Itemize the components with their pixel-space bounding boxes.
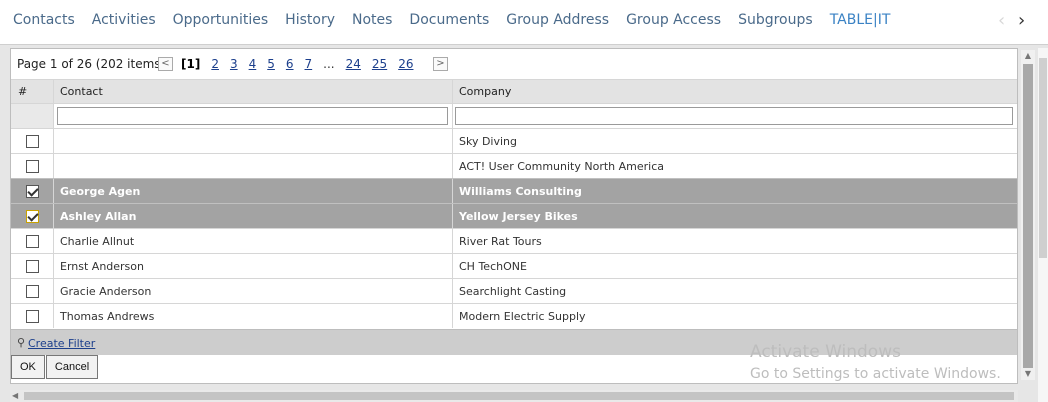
horizontal-scrollbar[interactable]: ◀ [10,390,1018,402]
activation-watermark: Activate Windows Go to Settings to activ… [750,342,1001,382]
contact-cell [54,129,453,153]
tab-bar: Contacts Activities Opportunities Histor… [0,0,1048,44]
tab-opportunities[interactable]: Opportunities [173,12,269,28]
filter-cell-contact [54,104,453,128]
table-row[interactable]: Ernst Anderson CH TechONE [11,253,1017,278]
page-link[interactable]: 6 [286,57,294,71]
grid-filter-row [11,103,1017,128]
pager: Page 1 of 26 (202 items) < [1] 2 3 4 5 6… [11,49,1017,79]
row-checkbox[interactable] [25,259,39,273]
filter-cell-number [11,104,54,128]
page-link[interactable]: 25 [372,57,387,71]
table-row[interactable]: Gracie Anderson Searchlight Casting [11,278,1017,303]
watermark-subtitle: Go to Settings to activate Windows. [750,366,1001,382]
tab-group-address[interactable]: Group Address [506,12,609,28]
cancel-button[interactable]: Cancel [45,355,99,379]
grid-vertical-scrollbar[interactable]: ▲ ▼ [1021,50,1035,380]
contact-grid: # Contact Company Sky Diving ACT! User C… [11,79,1017,328]
dialog-buttons: OK Cancel [11,355,99,379]
scroll-down-icon[interactable]: ▼ [1021,368,1035,380]
company-cell: River Rat Tours [459,234,542,248]
ok-button[interactable]: OK [11,355,45,379]
tab-list: Contacts Activities Opportunities Histor… [13,12,907,28]
company-cell: Searchlight Casting [459,284,567,298]
row-checkbox[interactable] [25,234,39,248]
scroll-up-icon[interactable]: ▲ [1021,50,1035,62]
contact-grid-panel: Page 1 of 26 (202 items) < [1] 2 3 4 5 6… [10,48,1018,384]
table-row[interactable]: Charlie Allnut River Rat Tours [11,228,1017,253]
contact-cell: Thomas Andrews [54,304,453,328]
row-checkbox[interactable] [25,159,39,173]
page-link[interactable]: 3 [230,57,238,71]
company-cell: Williams Consulting [459,184,582,198]
tab-notes[interactable]: Notes [352,12,392,28]
page-link[interactable]: 7 [305,57,313,71]
page-ellipsis[interactable]: ... [323,57,334,71]
pager-next-button[interactable]: > [433,57,448,71]
scrollbar-thumb[interactable] [1023,64,1033,368]
tab-activities[interactable]: Activities [92,12,156,28]
contact-cell: George Agen [54,179,453,203]
filter-cell-company [453,104,1017,128]
table-row-selected[interactable]: George Agen Williams Consulting [11,178,1017,203]
watermark-title: Activate Windows [750,342,901,362]
tab-contacts[interactable]: Contacts [13,12,75,28]
tab-subgroups[interactable]: Subgroups [738,12,813,28]
company-filter-input[interactable] [455,107,1013,125]
tab-history[interactable]: History [285,12,335,28]
table-row[interactable]: Thomas Andrews Modern Electric Supply [11,303,1017,328]
column-header-company[interactable]: Company [453,80,1017,103]
pager-pages: [1] 2 3 4 5 6 7 ... 24 25 26 [181,57,424,71]
contact-filter-input[interactable] [57,107,448,125]
company-cell: CH TechONE [459,259,527,273]
contact-cell [54,154,453,178]
grid-header-row: # Contact Company [11,79,1017,103]
column-header-number[interactable]: # [11,80,54,103]
tab-group-access[interactable]: Group Access [626,12,721,28]
page-link[interactable]: 5 [267,57,275,71]
filter-icon: ⚲ [17,336,26,349]
contact-cell: Charlie Allnut [54,229,453,253]
scrollbar-thumb[interactable] [1039,58,1047,258]
tab-table-it[interactable]: TABLE|IT [830,12,891,28]
column-header-contact[interactable]: Contact [54,80,453,103]
create-filter-link[interactable]: Create Filter [28,337,95,350]
page-vertical-scrollbar[interactable] [1038,48,1048,402]
company-cell: Sky Diving [459,134,518,148]
contact-cell: Gracie Anderson [54,279,453,303]
row-checkbox[interactable] [25,309,39,323]
chevron-left-icon[interactable]: ‹ [998,12,1005,30]
company-cell: Yellow Jersey Bikes [459,209,578,223]
contact-cell: Ashley Allan [54,204,453,228]
page-link[interactable]: 26 [398,57,413,71]
chevron-right-icon[interactable]: › [1018,12,1025,30]
page-link[interactable]: 2 [211,57,219,71]
scroll-left-icon[interactable]: ◀ [12,390,18,402]
contact-cell: Ernst Anderson [54,254,453,278]
row-checkbox[interactable] [25,284,39,298]
row-checkbox-checked[interactable] [25,209,39,223]
page-link: [1] [181,57,201,71]
pager-prev-button[interactable]: < [158,57,173,71]
table-row[interactable]: ACT! User Community North America [11,153,1017,178]
page-link[interactable]: 24 [346,57,361,71]
company-cell: ACT! User Community North America [459,159,665,173]
page-link[interactable]: 4 [249,57,257,71]
row-checkbox-checked[interactable] [25,184,39,198]
company-cell: Modern Electric Supply [459,309,586,323]
tab-documents[interactable]: Documents [409,12,489,28]
table-row-selected[interactable]: Ashley Allan Yellow Jersey Bikes [11,203,1017,228]
scrollbar-thumb[interactable] [24,392,1014,400]
pager-info: Page 1 of 26 (202 items) [17,57,166,71]
row-checkbox[interactable] [25,134,39,148]
table-row[interactable]: Sky Diving [11,128,1017,153]
